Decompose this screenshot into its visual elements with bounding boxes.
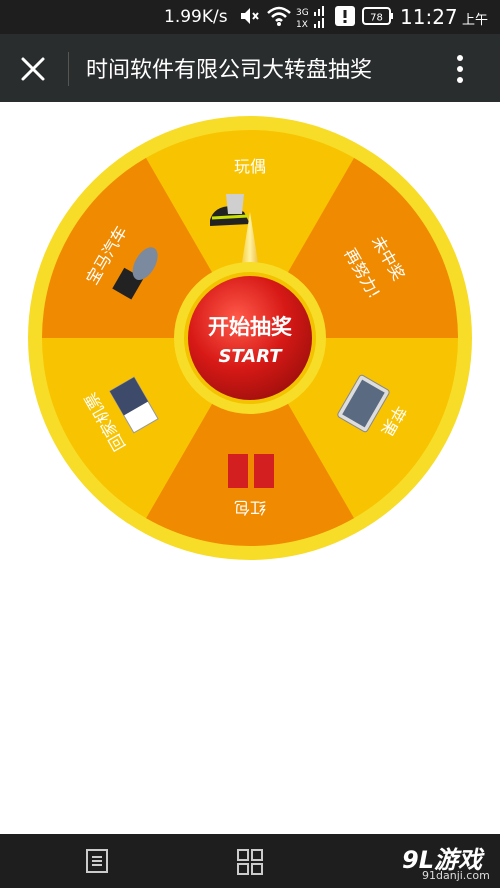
- watermark-url: 91danji.com: [422, 869, 490, 882]
- grid-icon[interactable]: [236, 848, 264, 876]
- close-icon[interactable]: [18, 54, 48, 84]
- battery-icon: 78: [362, 7, 393, 25]
- status-bar: 1.99K/s 3G 1X 78 11:27 上午: [0, 0, 500, 34]
- prize-label: 玩偶: [234, 157, 266, 176]
- more-options-icon[interactable]: [452, 54, 468, 84]
- bottom-bar: 9L游戏 91danji.com: [0, 834, 500, 888]
- svg-text:1X: 1X: [296, 20, 308, 30]
- title-divider: [68, 52, 69, 86]
- start-button[interactable]: 开始抽奖 START: [184, 272, 316, 404]
- network-speed: 1.99K/s: [164, 7, 228, 27]
- alert-icon: [335, 6, 355, 26]
- svg-text:78: 78: [370, 13, 383, 24]
- prize-wheel: 玩偶 未中奖 再努力! 苹果 红包 回家机票 宝马汽车 开始抽奖 START: [28, 116, 472, 560]
- page-title: 时间软件有限公司大转盘抽奖: [86, 58, 373, 83]
- title-bar: 时间软件有限公司大转盘抽奖: [0, 34, 500, 102]
- clock-ampm: 上午: [462, 13, 489, 28]
- start-button-label: 开始抽奖: [208, 315, 293, 339]
- start-button-sublabel: START: [218, 346, 283, 367]
- svg-text:3G: 3G: [296, 8, 309, 18]
- cell-signal-icon: 3G 1X: [296, 6, 324, 30]
- wifi-icon: [267, 6, 291, 26]
- clock: 11:27: [400, 5, 458, 29]
- document-icon[interactable]: [84, 848, 110, 874]
- prize-label: 红包: [234, 498, 266, 517]
- mute-icon: [241, 8, 259, 24]
